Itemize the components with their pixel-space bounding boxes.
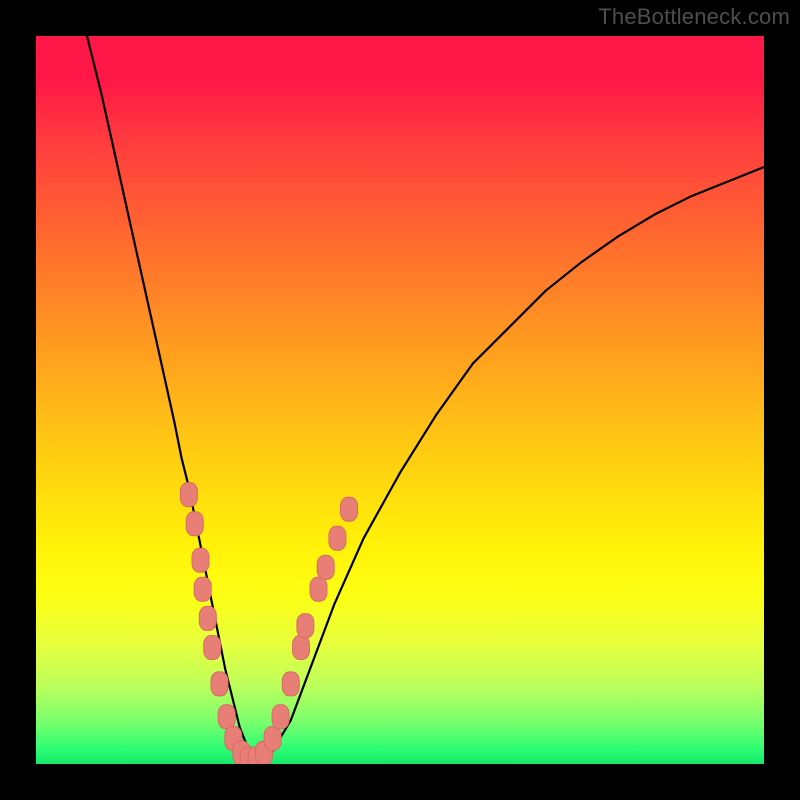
highlighted-point	[194, 577, 211, 601]
chart-svg	[36, 36, 764, 764]
chart-plot-area	[36, 36, 764, 764]
highlighted-point	[218, 705, 235, 729]
bottleneck-curve	[87, 36, 764, 760]
highlighted-point	[282, 672, 299, 696]
watermark-text: TheBottleneck.com	[598, 4, 790, 30]
highlighted-point	[293, 636, 310, 660]
highlighted-point	[329, 526, 346, 550]
highlighted-point	[341, 497, 358, 521]
highlighted-point	[264, 727, 281, 751]
highlighted-point	[186, 512, 203, 536]
highlighted-point	[317, 555, 334, 579]
chart-frame: TheBottleneck.com	[0, 0, 800, 800]
highlighted-point	[310, 577, 327, 601]
highlighted-point	[199, 606, 216, 630]
highlighted-point	[211, 672, 228, 696]
highlighted-points-group	[180, 483, 357, 764]
highlighted-point	[180, 483, 197, 507]
highlighted-point	[297, 614, 314, 638]
highlighted-point	[192, 548, 209, 572]
highlighted-point	[272, 705, 289, 729]
highlighted-point	[204, 636, 221, 660]
